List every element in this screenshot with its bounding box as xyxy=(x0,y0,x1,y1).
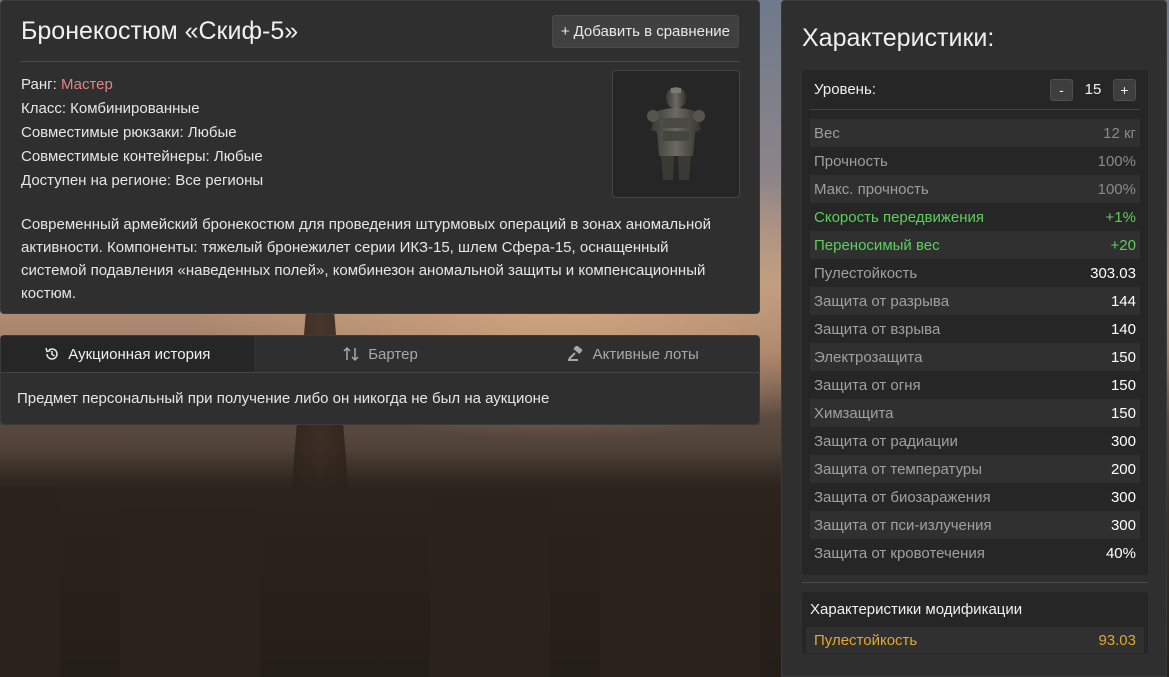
background-silhouette xyxy=(0,487,60,677)
item-backpacks: Совместимые рюкзаки: Любые xyxy=(21,124,237,141)
stat-value: 40% xyxy=(1105,544,1136,562)
stat-value: 100% xyxy=(1097,180,1136,198)
tabs-panel: Аукционная история Бартер Активные лоты … xyxy=(0,335,760,425)
modification-stat-value: 93.03 xyxy=(1098,631,1136,649)
modification-row: Пулестойкость 93.03 xyxy=(806,627,1144,653)
stat-row: Защита от биозаражения 300 xyxy=(810,483,1140,511)
stat-name: Защита от огня xyxy=(814,376,921,394)
stat-value: 150 xyxy=(1110,404,1136,422)
stats-divider xyxy=(802,582,1148,583)
item-title: Бронекостюм «Скиф-5» xyxy=(21,16,299,45)
stat-row: Скорость передвижения +1% xyxy=(810,203,1140,231)
stat-name: Защита от температуры xyxy=(814,460,983,478)
stat-name: Переносимый вес xyxy=(814,236,940,254)
stat-row: Прочность 100% xyxy=(810,147,1140,175)
modification-stat-name: Пулестойкость xyxy=(814,631,918,649)
item-region: Доступен на регионе: Все регионы xyxy=(21,172,264,189)
tab-active-lots[interactable]: Активные лоты xyxy=(506,336,759,372)
item-image xyxy=(612,70,740,198)
rank-label: Ранг: xyxy=(21,76,57,93)
item-rank: Ранг: Мастер xyxy=(21,73,263,97)
stat-name: Защита от пси-излучения xyxy=(814,516,992,534)
stat-row: Вес 12 кг xyxy=(810,119,1140,147)
item-info-panel: Бронекостюм «Скиф-5» + Добавить в сравне… xyxy=(0,0,760,314)
stat-value: 12 кг xyxy=(1103,124,1136,142)
stat-row: Защита от разрыва 144 xyxy=(810,287,1140,315)
stat-name: Защита от радиации xyxy=(814,432,958,450)
stat-name: Пулестойкость xyxy=(814,264,918,282)
stat-name: Вес xyxy=(814,124,840,142)
item-header: Бронекостюм «Скиф-5» + Добавить в сравне… xyxy=(21,1,739,62)
stat-value: 100% xyxy=(1097,152,1136,170)
modification-list: Пулестойкость 93.03 xyxy=(806,627,1144,653)
level-decrease-button[interactable]: - xyxy=(1050,78,1073,101)
stat-value: 300 xyxy=(1110,432,1136,450)
armor-suit-icon xyxy=(647,87,705,180)
rank-value: Мастер xyxy=(60,76,113,93)
stat-row: Макс. прочность 100% xyxy=(810,175,1140,203)
item-containers: Совместимые контейнеры: Любые xyxy=(21,148,263,165)
stat-value: 303.03 xyxy=(1090,264,1136,282)
level-label: Уровень: xyxy=(814,81,876,98)
tab-content-text: Предмет персональный при получение либо … xyxy=(17,390,550,407)
stat-name: Электрозащита xyxy=(814,348,923,366)
stat-value: 150 xyxy=(1110,376,1136,394)
item-class: Класс: Комбинированные xyxy=(21,100,200,117)
stat-name: Защита от разрыва xyxy=(814,292,950,310)
tab-auction-history[interactable]: Аукционная история xyxy=(1,336,254,372)
background-silhouette xyxy=(600,527,760,677)
plus-icon: + xyxy=(560,22,570,40)
stat-row: Защита от температуры 200 xyxy=(810,455,1140,483)
tab-barter-label: Бартер xyxy=(368,345,418,363)
stat-value: 300 xyxy=(1110,488,1136,506)
stat-row: Химзащита 150 xyxy=(810,399,1140,427)
stat-value: 300 xyxy=(1110,516,1136,534)
add-to-compare-button[interactable]: + Добавить в сравнение xyxy=(551,14,739,48)
swap-arrows-icon xyxy=(343,346,359,362)
stat-row: Защита от радиации 300 xyxy=(810,427,1140,455)
tab-bar: Аукционная история Бартер Активные лоты xyxy=(1,336,759,373)
stat-row: Переносимый вес +20 xyxy=(810,231,1140,259)
level-value: 15 xyxy=(1084,81,1102,98)
stat-value: 150 xyxy=(1110,348,1136,366)
stat-row: Защита от пси-излучения 300 xyxy=(810,511,1140,539)
stat-name: Макс. прочность xyxy=(814,180,929,198)
stats-panel: Характеристики: Уровень: - 15 + Вес 12 кг… xyxy=(781,0,1167,677)
level-increase-button[interactable]: + xyxy=(1113,78,1136,101)
stat-name: Защита от биозаражения xyxy=(814,488,991,506)
tab-active-lots-label: Активные лоты xyxy=(592,345,699,363)
stat-name: Химзащита xyxy=(814,404,894,422)
stat-value: +1% xyxy=(1105,208,1136,226)
stat-list: Вес 12 кг Прочность 100% Макс. прочность 100%… xyxy=(810,119,1140,567)
modification-title: Характеристики модификации xyxy=(810,601,1023,618)
item-meta: Ранг: Мастер Класс: Комбинированные Совм… xyxy=(21,73,263,193)
level-row: Уровень: - 15 + xyxy=(810,70,1140,110)
tab-auction-history-label: Аукционная история xyxy=(68,345,211,363)
background-silhouette xyxy=(120,507,260,677)
stat-row: Защита от взрыва 140 xyxy=(810,315,1140,343)
stat-name: Скорость передвижения xyxy=(814,208,985,226)
stats-title: Характеристики: xyxy=(802,24,995,52)
stat-row: Защита от огня 150 xyxy=(810,371,1140,399)
stat-name: Прочность xyxy=(814,152,888,170)
stat-value: +20 xyxy=(1110,236,1136,254)
item-description: Современный армейский бронекостюм для пр… xyxy=(21,216,711,302)
background-silhouette xyxy=(430,497,550,677)
tab-barter[interactable]: Бартер xyxy=(254,336,507,372)
stat-row: Защита от кровотечения 40% xyxy=(810,539,1140,567)
level-stepper: - 15 + xyxy=(1050,78,1136,101)
add-to-compare-label: Добавить в сравнение xyxy=(573,22,730,40)
stat-row: Электрозащита 150 xyxy=(810,343,1140,371)
modification-box: Характеристики модификации Пулестойкость… xyxy=(802,592,1148,654)
stat-value: 200 xyxy=(1110,460,1136,478)
stat-row: Пулестойкость 303.03 xyxy=(810,259,1140,287)
stat-name: Защита от взрыва xyxy=(814,320,941,338)
stat-value: 140 xyxy=(1110,320,1136,338)
stats-box: Уровень: - 15 + Вес 12 кг Прочность 100% Мак… xyxy=(802,70,1148,575)
stat-name: Защита от кровотечения xyxy=(814,544,985,562)
stat-value: 144 xyxy=(1110,292,1136,310)
gavel-icon xyxy=(567,346,583,361)
history-icon xyxy=(45,347,58,360)
